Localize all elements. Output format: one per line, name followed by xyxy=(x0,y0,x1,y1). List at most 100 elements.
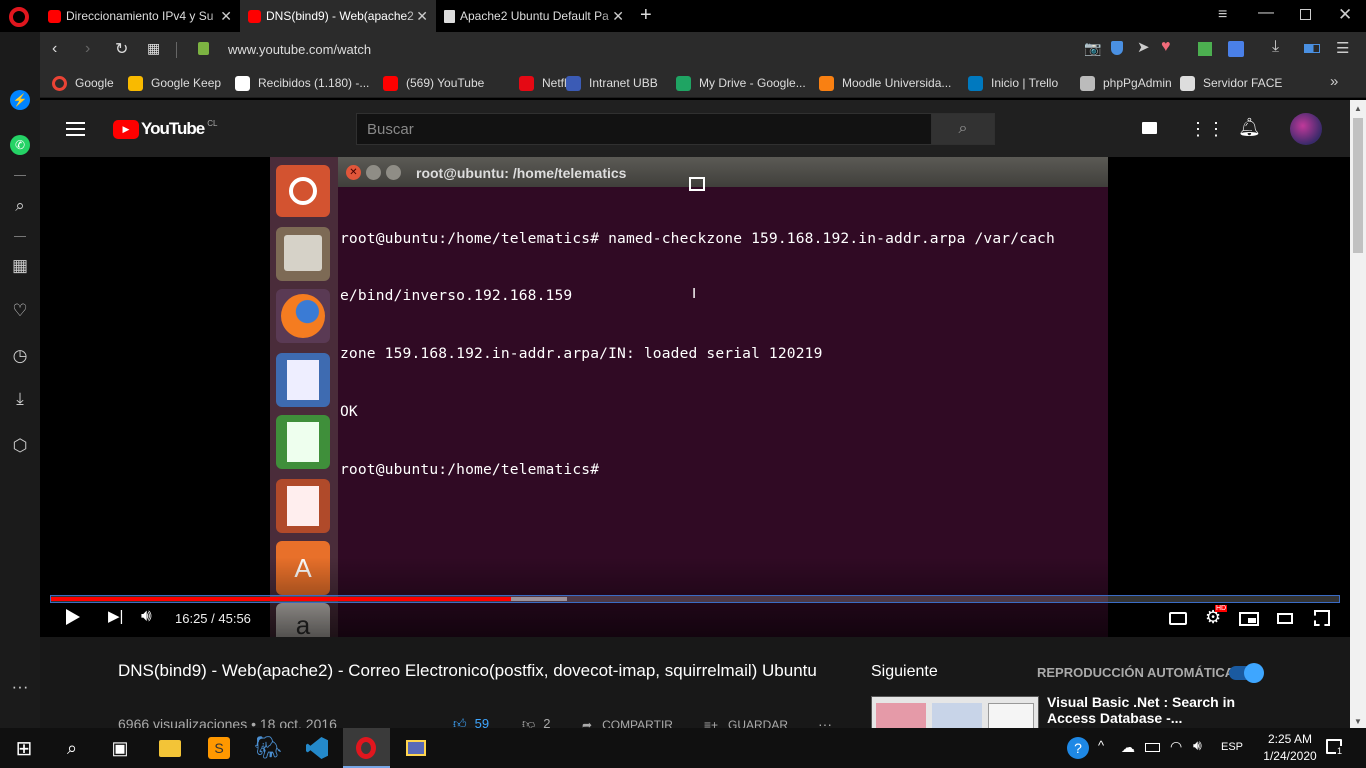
save-button[interactable]: ≡+ GUARDAR xyxy=(704,718,788,728)
create-video-icon[interactable] xyxy=(1142,122,1157,134)
search-icon[interactable]: ⌕ xyxy=(10,196,30,216)
thumbs-up-icon: 👍︎ xyxy=(453,716,467,728)
bookmark-item[interactable]: phpPgAdmin xyxy=(1080,74,1172,92)
send-icon[interactable]: ➤ xyxy=(1137,38,1150,56)
opera-menu-icon[interactable] xyxy=(9,7,29,27)
history-icon[interactable]: ◷ xyxy=(10,346,30,366)
theater-mode-icon[interactable] xyxy=(1277,613,1293,624)
opera-taskbar-button[interactable] xyxy=(343,728,390,768)
more-actions-icon[interactable]: ··· xyxy=(818,716,832,728)
bookmark-item[interactable]: Servidor FACE xyxy=(1180,74,1282,92)
progress-bar[interactable] xyxy=(50,595,1340,603)
next-button[interactable]: ▶| xyxy=(108,607,123,625)
close-icon[interactable]: ✕ xyxy=(220,8,232,25)
extensions-icon[interactable]: ⬡ xyxy=(10,436,30,456)
next-video-title[interactable]: Visual Basic .Net : Search in Access Dat… xyxy=(1047,694,1247,726)
whatsapp-icon[interactable]: ✆ xyxy=(10,135,30,155)
extension-cube-icon[interactable] xyxy=(1198,42,1212,56)
network-tool-icon[interactable] xyxy=(403,735,429,761)
onedrive-icon[interactable]: ☁ xyxy=(1121,739,1135,756)
heart-icon[interactable]: ♡ xyxy=(10,301,30,321)
play-button[interactable] xyxy=(66,609,80,625)
settings-gear-icon[interactable]: ⚙ HD xyxy=(1205,605,1228,628)
bookmark-item[interactable]: Google xyxy=(52,74,114,92)
translate-icon[interactable] xyxy=(1228,41,1244,57)
close-window-button[interactable]: ✕ xyxy=(1338,5,1352,25)
search-input[interactable]: Buscar xyxy=(356,113,932,145)
more-icon[interactable]: ··· xyxy=(10,677,30,697)
shield-icon[interactable] xyxy=(1111,41,1123,55)
subtitles-icon[interactable] xyxy=(1169,612,1187,625)
tab-menu-icon[interactable]: ≡ xyxy=(1218,6,1227,24)
speed-dial-icon[interactable]: ▦ xyxy=(10,256,30,276)
bookmarks-overflow-icon[interactable]: » xyxy=(1330,73,1338,90)
vscode-icon[interactable] xyxy=(304,735,330,761)
search-button[interactable]: ⌕ xyxy=(931,113,995,145)
forward-icon[interactable]: › xyxy=(85,40,90,58)
volume-icon[interactable]: 🔊︎ xyxy=(141,606,152,626)
bookmark-item[interactable]: (569) YouTube xyxy=(383,74,484,92)
miniplayer-icon[interactable] xyxy=(1239,612,1259,626)
clock-time[interactable]: 2:25 AM xyxy=(1259,732,1321,746)
input-language[interactable]: ESP xyxy=(1221,741,1243,753)
moodle-icon xyxy=(819,75,834,91)
url-input[interactable]: www.youtube.com/watch xyxy=(228,42,371,57)
autoplay-toggle[interactable] xyxy=(1229,663,1264,683)
heart-icon[interactable]: ♥ xyxy=(1161,38,1171,56)
clock-date[interactable]: 1/24/2020 xyxy=(1255,749,1325,763)
terminal-line: zone 159.168.192.in-addr.arpa/IN: loaded… xyxy=(340,345,823,363)
notifications-bell-icon[interactable]: 🔔︎ xyxy=(1238,117,1261,138)
bookmark-item[interactable]: My Drive - Google... xyxy=(676,74,806,92)
scrollbar-thumb[interactable] xyxy=(1353,118,1363,253)
share-button[interactable]: ➦ COMPARTIR xyxy=(582,718,673,728)
tab-dns-bind9[interactable]: DNS(bind9) - Web(apache2 ✕ xyxy=(240,0,436,32)
bookmark-item[interactable]: Inicio | Trello xyxy=(968,74,1058,92)
next-video-thumbnail[interactable] xyxy=(871,696,1039,728)
tab-ipv4[interactable]: Direccionamiento IPv4 y Su ✕ xyxy=(40,0,240,32)
like-button[interactable]: 👍︎ 59 xyxy=(453,716,489,728)
show-hidden-icons-icon[interactable]: ^ xyxy=(1098,738,1104,753)
easy-setup-icon[interactable]: ☰ xyxy=(1336,39,1349,57)
notifications-icon[interactable]: 1 xyxy=(1326,739,1344,756)
download-icon[interactable]: ⤓ xyxy=(1272,38,1279,56)
terminal-line: root@ubuntu:/home/telematics# xyxy=(340,461,600,479)
tabs-grid-icon[interactable]: ▦ xyxy=(147,40,160,57)
sidebar-divider xyxy=(14,236,26,237)
windows-start-icon[interactable]: ⊞ xyxy=(11,735,37,761)
hamburger-menu-icon[interactable] xyxy=(66,122,85,136)
bookmark-item[interactable]: Recibidos (1.180) -... xyxy=(235,74,369,92)
minimize-button[interactable]: — xyxy=(1258,4,1274,22)
volume-icon[interactable]: 🔊︎ xyxy=(1193,737,1202,754)
bookmark-item[interactable]: Moodle Universida... xyxy=(819,74,951,92)
battery-icon[interactable] xyxy=(1304,44,1320,53)
apps-grid-icon[interactable]: ⋮⋮ xyxy=(1189,119,1225,140)
camera-icon[interactable]: 📷 xyxy=(1084,40,1101,57)
dislike-button[interactable]: 👎︎ 2 xyxy=(522,716,550,728)
youtube-logo[interactable]: ▶ YouTube CL xyxy=(113,119,217,139)
miniplayer-overlay-icon[interactable] xyxy=(689,177,705,191)
avatar[interactable] xyxy=(1290,113,1322,145)
page-scrollbar[interactable]: ▲ ▼ xyxy=(1350,100,1366,728)
video-player[interactable]: A a ✕ root@ubuntu: /home/telematics root… xyxy=(40,157,1350,637)
download-icon[interactable]: ⤓ xyxy=(10,389,30,409)
bookmarks-bar: Google Google Keep Recibidos (1.180) -... (… xyxy=(40,68,1366,98)
lock-icon[interactable] xyxy=(198,42,209,55)
reload-icon[interactable]: ↻ xyxy=(115,39,128,59)
messenger-icon[interactable]: ⚡ xyxy=(10,90,30,110)
maximize-button[interactable] xyxy=(1300,9,1311,20)
close-icon[interactable]: ✕ xyxy=(416,8,428,25)
bookmark-item[interactable]: Intranet UBB xyxy=(566,74,658,92)
close-icon[interactable]: ✕ xyxy=(612,8,624,25)
file-explorer-icon[interactable] xyxy=(157,735,183,761)
sublime-text-icon[interactable]: S xyxy=(206,735,232,761)
search-icon[interactable]: ⌕ xyxy=(59,735,85,761)
bookmark-item[interactable]: Google Keep xyxy=(128,74,221,92)
battery-icon[interactable] xyxy=(1145,743,1160,752)
wifi-icon[interactable]: ◠ xyxy=(1170,738,1182,755)
postgresql-icon[interactable]: 🐘︎ xyxy=(254,735,282,761)
back-icon[interactable]: ‹ xyxy=(52,40,57,58)
help-icon[interactable]: ? xyxy=(1065,735,1091,761)
task-view-icon[interactable]: ▣ xyxy=(107,735,133,761)
new-tab-button[interactable]: + xyxy=(640,4,652,27)
tab-apache2[interactable]: Apache2 Ubuntu Default Pa ✕ xyxy=(436,0,632,32)
